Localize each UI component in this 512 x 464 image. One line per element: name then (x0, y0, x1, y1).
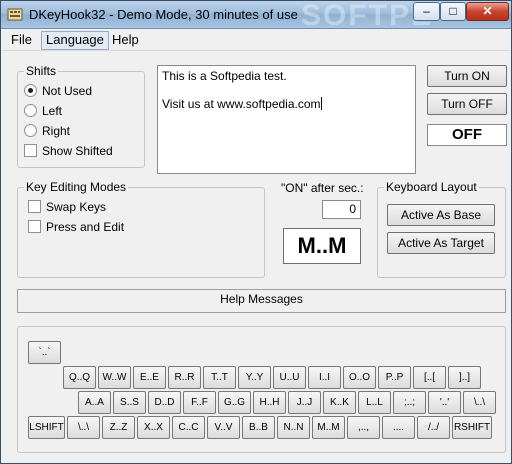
key-slash[interactable]: /../ (417, 416, 450, 439)
key-lshift[interactable]: LSHIFT (28, 416, 65, 439)
delay-label: "ON" after sec.: (281, 181, 364, 195)
delay-seconds-input[interactable]: 0 (322, 200, 361, 219)
key-e[interactable]: E..E (133, 366, 166, 389)
key-editing-modes-group: Key Editing Modes Swap Keys Press and Ed… (17, 180, 265, 278)
close-icon: ✕ (482, 4, 493, 18)
radio-right[interactable] (24, 124, 37, 137)
key-g[interactable]: G..G (218, 391, 251, 414)
shifts-label: Shifts (24, 64, 59, 78)
key-editing-modes-label: Key Editing Modes (24, 180, 129, 194)
key-t[interactable]: T..T (203, 366, 236, 389)
shift-not-used-option[interactable]: Not Used (24, 83, 92, 99)
app-window: DKeyHook32 - Demo Mode, 30 minutes of us… (0, 0, 512, 464)
key-s[interactable]: S..S (113, 391, 146, 414)
key-v[interactable]: V..V (207, 416, 240, 439)
show-shifted-checkbox[interactable] (24, 144, 37, 157)
key-o[interactable]: O..O (343, 366, 376, 389)
text-line-1: This is a Softpedia test. (162, 69, 287, 83)
key-b[interactable]: B..B (242, 416, 275, 439)
text-caret (320, 97, 322, 110)
menu-bar: File Language Help (1, 29, 511, 51)
key-h[interactable]: H..H (253, 391, 286, 414)
key-semicolon[interactable]: ;..; (393, 391, 426, 414)
turn-off-button[interactable]: Turn OFF (427, 93, 507, 115)
show-shifted-option[interactable]: Show Shifted (24, 143, 113, 159)
key-close-bracket[interactable]: ]..] (448, 366, 481, 389)
swap-keys-option[interactable]: Swap Keys (28, 199, 106, 215)
hook-status: OFF (427, 124, 507, 146)
turn-on-button[interactable]: Turn ON (427, 65, 507, 87)
test-text-area[interactable]: This is a Softpedia test. Visit us at ww… (157, 65, 416, 174)
minimize-button[interactable]: – (413, 2, 440, 21)
key-c[interactable]: C..C (172, 416, 205, 439)
key-k[interactable]: K..K (323, 391, 356, 414)
title-bar[interactable]: DKeyHook32 - Demo Mode, 30 minutes of us… (1, 0, 511, 32)
shift-right-option[interactable]: Right (24, 123, 70, 139)
key-u[interactable]: U..U (273, 366, 306, 389)
press-and-edit-checkbox[interactable] (28, 220, 41, 233)
key-n[interactable]: N..N (277, 416, 310, 439)
key-iso-backslash[interactable]: \..\ (67, 416, 100, 439)
key-p[interactable]: P..P (378, 366, 411, 389)
shift-left-option[interactable]: Left (24, 103, 62, 119)
keyboard-panel: `..` Q..Q W..W E..E R..R T..T Y..Y U..U … (17, 326, 506, 453)
help-messages-bar: Help Messages (17, 289, 506, 313)
key-a[interactable]: A..A (78, 391, 111, 414)
shifts-group: Shifts Not Used Left Right Show Shifted (17, 64, 145, 168)
key-open-bracket[interactable]: [..[ (413, 366, 446, 389)
key-comma[interactable]: ,.., (347, 416, 380, 439)
key-quote[interactable]: '..' (428, 391, 461, 414)
maximize-button[interactable]: □ (440, 2, 466, 21)
key-q[interactable]: Q..Q (63, 366, 96, 389)
window-title: DKeyHook32 - Demo Mode, 30 minutes of us… (29, 7, 298, 22)
key-w[interactable]: W..W (98, 366, 131, 389)
key-rshift[interactable]: RSHIFT (452, 416, 492, 439)
key-f[interactable]: F..F (183, 391, 216, 414)
radio-not-used[interactable] (24, 84, 37, 97)
swap-keys-checkbox[interactable] (28, 200, 41, 213)
keyboard-layout-label: Keyboard Layout (384, 180, 479, 194)
key-y[interactable]: Y..Y (238, 366, 271, 389)
menu-help[interactable]: Help (108, 31, 143, 48)
menu-language[interactable]: Language (41, 31, 109, 50)
key-backslash[interactable]: \..\ (463, 391, 496, 414)
key-r[interactable]: R..R (168, 366, 201, 389)
key-z[interactable]: Z..Z (102, 416, 135, 439)
key-j[interactable]: J..J (288, 391, 321, 414)
menu-file[interactable]: File (7, 31, 36, 48)
active-as-target-button[interactable]: Active As Target (387, 232, 495, 254)
key-l[interactable]: L..L (358, 391, 391, 414)
key-x[interactable]: X..X (137, 416, 170, 439)
text-line-2: Visit us at www.softpedia.com (162, 97, 321, 111)
close-button[interactable]: ✕ (466, 2, 509, 21)
key-m[interactable]: M..M (312, 416, 345, 439)
keyboard-layout-group: Keyboard Layout Active As Base Active As… (377, 180, 506, 278)
radio-left[interactable] (24, 104, 37, 117)
key-d[interactable]: D..D (148, 391, 181, 414)
press-and-edit-option[interactable]: Press and Edit (28, 219, 124, 235)
key-backtick[interactable]: `..` (28, 341, 61, 364)
app-icon (7, 8, 23, 21)
key-i[interactable]: I..I (308, 366, 341, 389)
maximize-icon: □ (449, 4, 457, 18)
minimize-icon: – (423, 4, 430, 18)
current-key-mapping: M..M (283, 228, 361, 264)
active-as-base-button[interactable]: Active As Base (387, 204, 495, 226)
key-period[interactable]: .... (382, 416, 415, 439)
